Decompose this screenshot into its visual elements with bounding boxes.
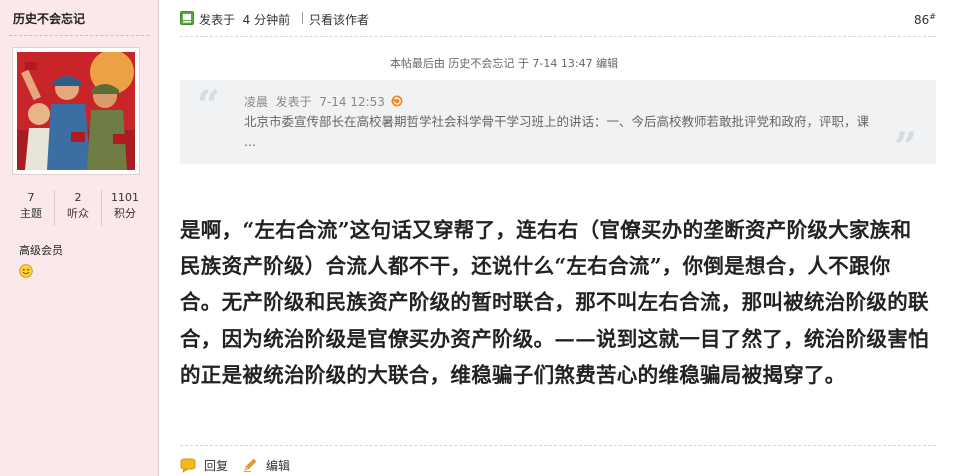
only-author-link[interactable]: 只看该作者 xyxy=(309,11,369,28)
footer-separator xyxy=(180,445,936,446)
post-header: 发表于 4 分钟前 只看该作者 86# xyxy=(180,8,936,30)
post-status-icon xyxy=(180,11,194,25)
open-quote-icon: “ xyxy=(197,82,221,129)
quote-text: 北京市委宣传部长在高校暑期哲学社会科学骨干学习班上的讲话：一、今后高校教师若敢批… xyxy=(244,114,870,149)
reply-button[interactable]: 回复 xyxy=(180,457,228,474)
floor-number[interactable]: 86# xyxy=(914,12,936,27)
reply-icon xyxy=(180,458,196,473)
quote-time: 7-14 12:53 xyxy=(319,95,385,109)
sidebar-divider xyxy=(9,35,149,36)
posted-time: 发表于 4 分钟前 xyxy=(199,13,291,27)
pencil-icon xyxy=(244,458,257,472)
edit-note: 本帖最后由 历史不会忘记 于 7-14 13:47 编辑 xyxy=(389,57,619,70)
post-body: 是啊，“左右合流”这句话又穿帮了，连右右（官僚买办的垄断资产阶级大家族和民族资产… xyxy=(180,218,929,387)
smiley-icon xyxy=(19,264,33,278)
stat-points[interactable]: 1101 积分 xyxy=(102,190,148,226)
propaganda-poster-avatar xyxy=(17,52,135,170)
user-group[interactable]: 高级会员 xyxy=(19,242,63,258)
username-link[interactable]: 历史不会忘记 xyxy=(13,10,85,27)
user-stats: 7 主题 2 听众 1101 积分 xyxy=(8,190,148,226)
quote-meta: 凌晨 发表于 7-14 12:53 xyxy=(244,93,403,110)
close-quote-icon: ” xyxy=(894,124,918,171)
stat-topics[interactable]: 7 主题 xyxy=(8,190,55,226)
stat-listeners[interactable]: 2 听众 xyxy=(55,190,102,226)
user-sidebar: 历史不会忘记 7 主题 2 听众 1101 积分 高级会员 xyxy=(0,0,159,476)
post-actions: 回复 编辑 xyxy=(180,455,304,475)
jump-to-post-icon[interactable] xyxy=(391,95,403,107)
edit-button[interactable]: 编辑 xyxy=(242,457,290,474)
quote-author[interactable]: 凌晨 xyxy=(244,95,268,109)
header-divider xyxy=(302,12,303,24)
avatar[interactable] xyxy=(12,47,140,175)
header-separator xyxy=(180,36,936,37)
quote-block: “ 凌晨 发表于 7-14 12:53 北京市委宣传部长在高校暑期哲学社会科学骨… xyxy=(180,80,936,168)
